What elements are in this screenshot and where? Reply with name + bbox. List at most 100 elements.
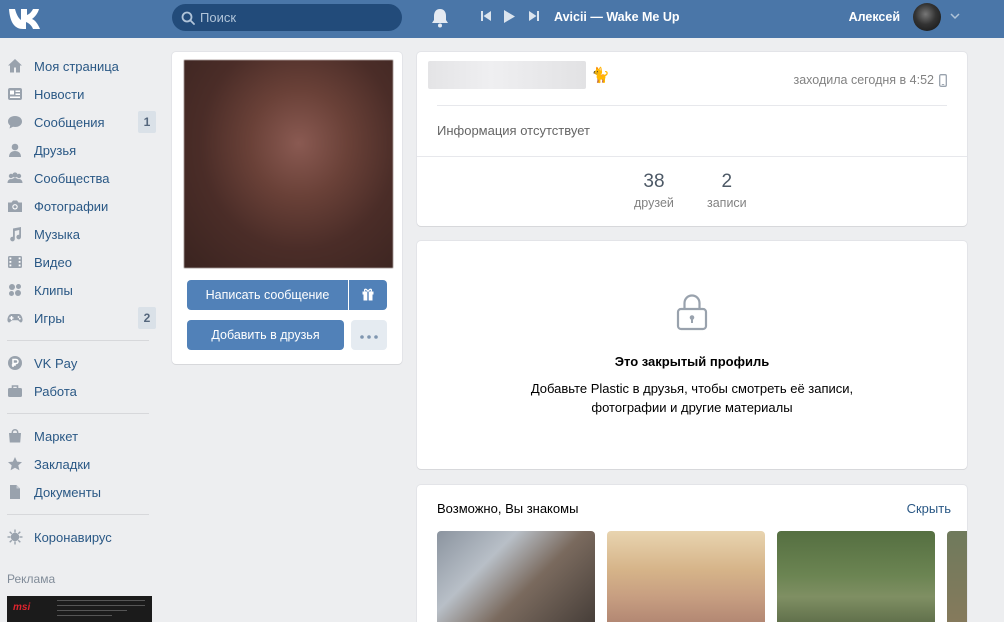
menu-item-clips[interactable]: Клипы: [0, 276, 160, 304]
market-icon: [9, 429, 21, 443]
user-name[interactable]: Алексей: [849, 10, 900, 24]
menu-item-work[interactable]: Работа: [0, 377, 160, 405]
menu-item-label: VK Pay: [34, 356, 78, 371]
friend-suggestions-card: Возможно, Вы знакомы Скрыть: [417, 485, 967, 622]
no-info-text: Информация отсутствует: [437, 123, 590, 138]
menu-item-vkpay[interactable]: VK Pay: [0, 349, 160, 377]
document-icon: [10, 485, 20, 499]
video-icon: [8, 256, 22, 268]
ad-text-line: [57, 615, 112, 616]
menu-item-coronavirus[interactable]: Коронавирус: [0, 523, 160, 551]
suggested-friend-photo[interactable]: [437, 531, 595, 622]
add-friend-button[interactable]: Добавить в друзья: [187, 320, 344, 350]
menu-item-label: Маркет: [34, 429, 79, 444]
profile-photo-card: Написать сообщение Добавить в друзья: [172, 52, 402, 364]
more-actions-button[interactable]: [351, 320, 387, 350]
menu-item-groups[interactable]: Сообщества: [0, 164, 160, 192]
ads-title: Реклама: [7, 572, 56, 586]
menu-item-label: Новости: [34, 87, 85, 102]
search-icon: [181, 11, 195, 25]
lock-icon: [676, 294, 708, 331]
menu-item-label: Музыка: [34, 227, 80, 242]
suggested-friend-photo[interactable]: [947, 531, 967, 622]
suggested-friend-photo[interactable]: [777, 531, 935, 622]
menu-item-label: Работа: [34, 384, 77, 399]
profile-info-card: 🐈 заходила сегодня в 4:52 Информация отс…: [417, 52, 967, 226]
menu-item-market[interactable]: Маркет: [0, 422, 160, 450]
menu-item-photos[interactable]: Фотографии: [0, 192, 160, 220]
chevron-down-icon[interactable]: [950, 13, 960, 20]
cat-emoji-icon: 🐈: [591, 67, 610, 84]
menu-item-label: Сообщества: [34, 171, 110, 186]
menu-item-my-page[interactable]: Моя страница: [0, 52, 160, 80]
menu-item-label: Документы: [34, 485, 102, 500]
top-header: Avicii — Wake Me Up Алексей: [0, 0, 1004, 38]
left-menu: Моя страница Новости Сообщения 1 Друзья …: [0, 52, 160, 551]
menu-item-label: Друзья: [34, 143, 77, 158]
music-icon: [10, 227, 22, 242]
menu-item-label: Коронавирус: [34, 530, 112, 545]
menu-item-label: Игры: [34, 311, 65, 326]
search-box[interactable]: [172, 4, 402, 31]
menu-item-label: Моя страница: [34, 59, 119, 74]
menu-item-video[interactable]: Видео: [0, 248, 160, 276]
friends-counter[interactable]: 38 друзей: [634, 171, 674, 210]
groups-icon: [7, 172, 23, 183]
friends-count: 38: [643, 171, 665, 192]
star-icon: [8, 457, 22, 471]
mobile-phone-icon: [939, 74, 947, 87]
vk-logo-icon[interactable]: [8, 7, 41, 29]
ad-text-line: [57, 605, 145, 606]
divider: [417, 156, 967, 157]
ad-brand-logo: msi: [13, 602, 31, 613]
menu-item-games[interactable]: Игры 2: [0, 304, 160, 332]
menu-item-documents[interactable]: Документы: [0, 478, 160, 506]
suggested-friend-photo[interactable]: [607, 531, 765, 622]
vkpay-icon: [8, 356, 22, 370]
briefcase-icon: [8, 385, 22, 397]
closed-profile-description: Добавьте Plastic в друзья, чтобы смотрет…: [530, 381, 854, 415]
previous-track-icon[interactable]: [481, 10, 492, 22]
menu-divider: [7, 413, 149, 414]
suggestions-title: Возможно, Вы знакомы: [437, 501, 579, 516]
hide-suggestions-link[interactable]: Скрыть: [907, 501, 951, 516]
messages-counter-badge: 1: [138, 111, 156, 133]
profile-photo[interactable]: [184, 60, 393, 268]
posts-caption: записи: [707, 196, 747, 210]
send-gift-button[interactable]: [349, 280, 387, 310]
write-message-button[interactable]: Написать сообщение: [187, 280, 348, 310]
menu-item-label: Закладки: [34, 457, 91, 472]
closed-profile-card: Это закрытый профиль Добавьте Plastic в …: [417, 241, 967, 469]
posts-count: 2: [721, 171, 733, 192]
menu-divider: [7, 514, 149, 515]
menu-item-bookmarks[interactable]: Закладки: [0, 450, 160, 478]
more-dots-icon: [360, 335, 378, 339]
menu-item-music[interactable]: Музыка: [0, 220, 160, 248]
menu-item-label: Фотографии: [34, 199, 109, 214]
menu-item-messages[interactable]: Сообщения 1: [0, 108, 160, 136]
divider: [437, 105, 947, 106]
gift-icon: [362, 288, 374, 301]
ad-text-line: [57, 610, 127, 611]
games-counter-badge: 2: [138, 307, 156, 329]
last-seen-status: заходила сегодня в 4:52: [793, 73, 934, 87]
menu-item-friends[interactable]: Друзья: [0, 136, 160, 164]
messages-icon: [8, 116, 22, 129]
ad-banner[interactable]: msi: [7, 596, 152, 622]
menu-item-label: Клипы: [34, 283, 73, 298]
next-track-icon[interactable]: [528, 10, 539, 22]
home-icon: [8, 59, 22, 73]
closed-profile-title: Это закрытый профиль: [614, 354, 770, 369]
search-input[interactable]: [200, 7, 390, 28]
menu-item-news[interactable]: Новости: [0, 80, 160, 108]
play-icon[interactable]: [503, 9, 516, 24]
camera-icon: [8, 200, 22, 212]
friends-icon: [9, 143, 21, 157]
now-playing-track[interactable]: Avicii — Wake Me Up: [554, 10, 680, 24]
bell-icon[interactable]: [431, 8, 449, 28]
posts-counter[interactable]: 2 записи: [707, 171, 747, 210]
ad-text-line: [57, 600, 145, 601]
clips-icon: [9, 284, 21, 296]
avatar[interactable]: [913, 3, 941, 31]
menu-item-label: Сообщения: [34, 115, 105, 130]
